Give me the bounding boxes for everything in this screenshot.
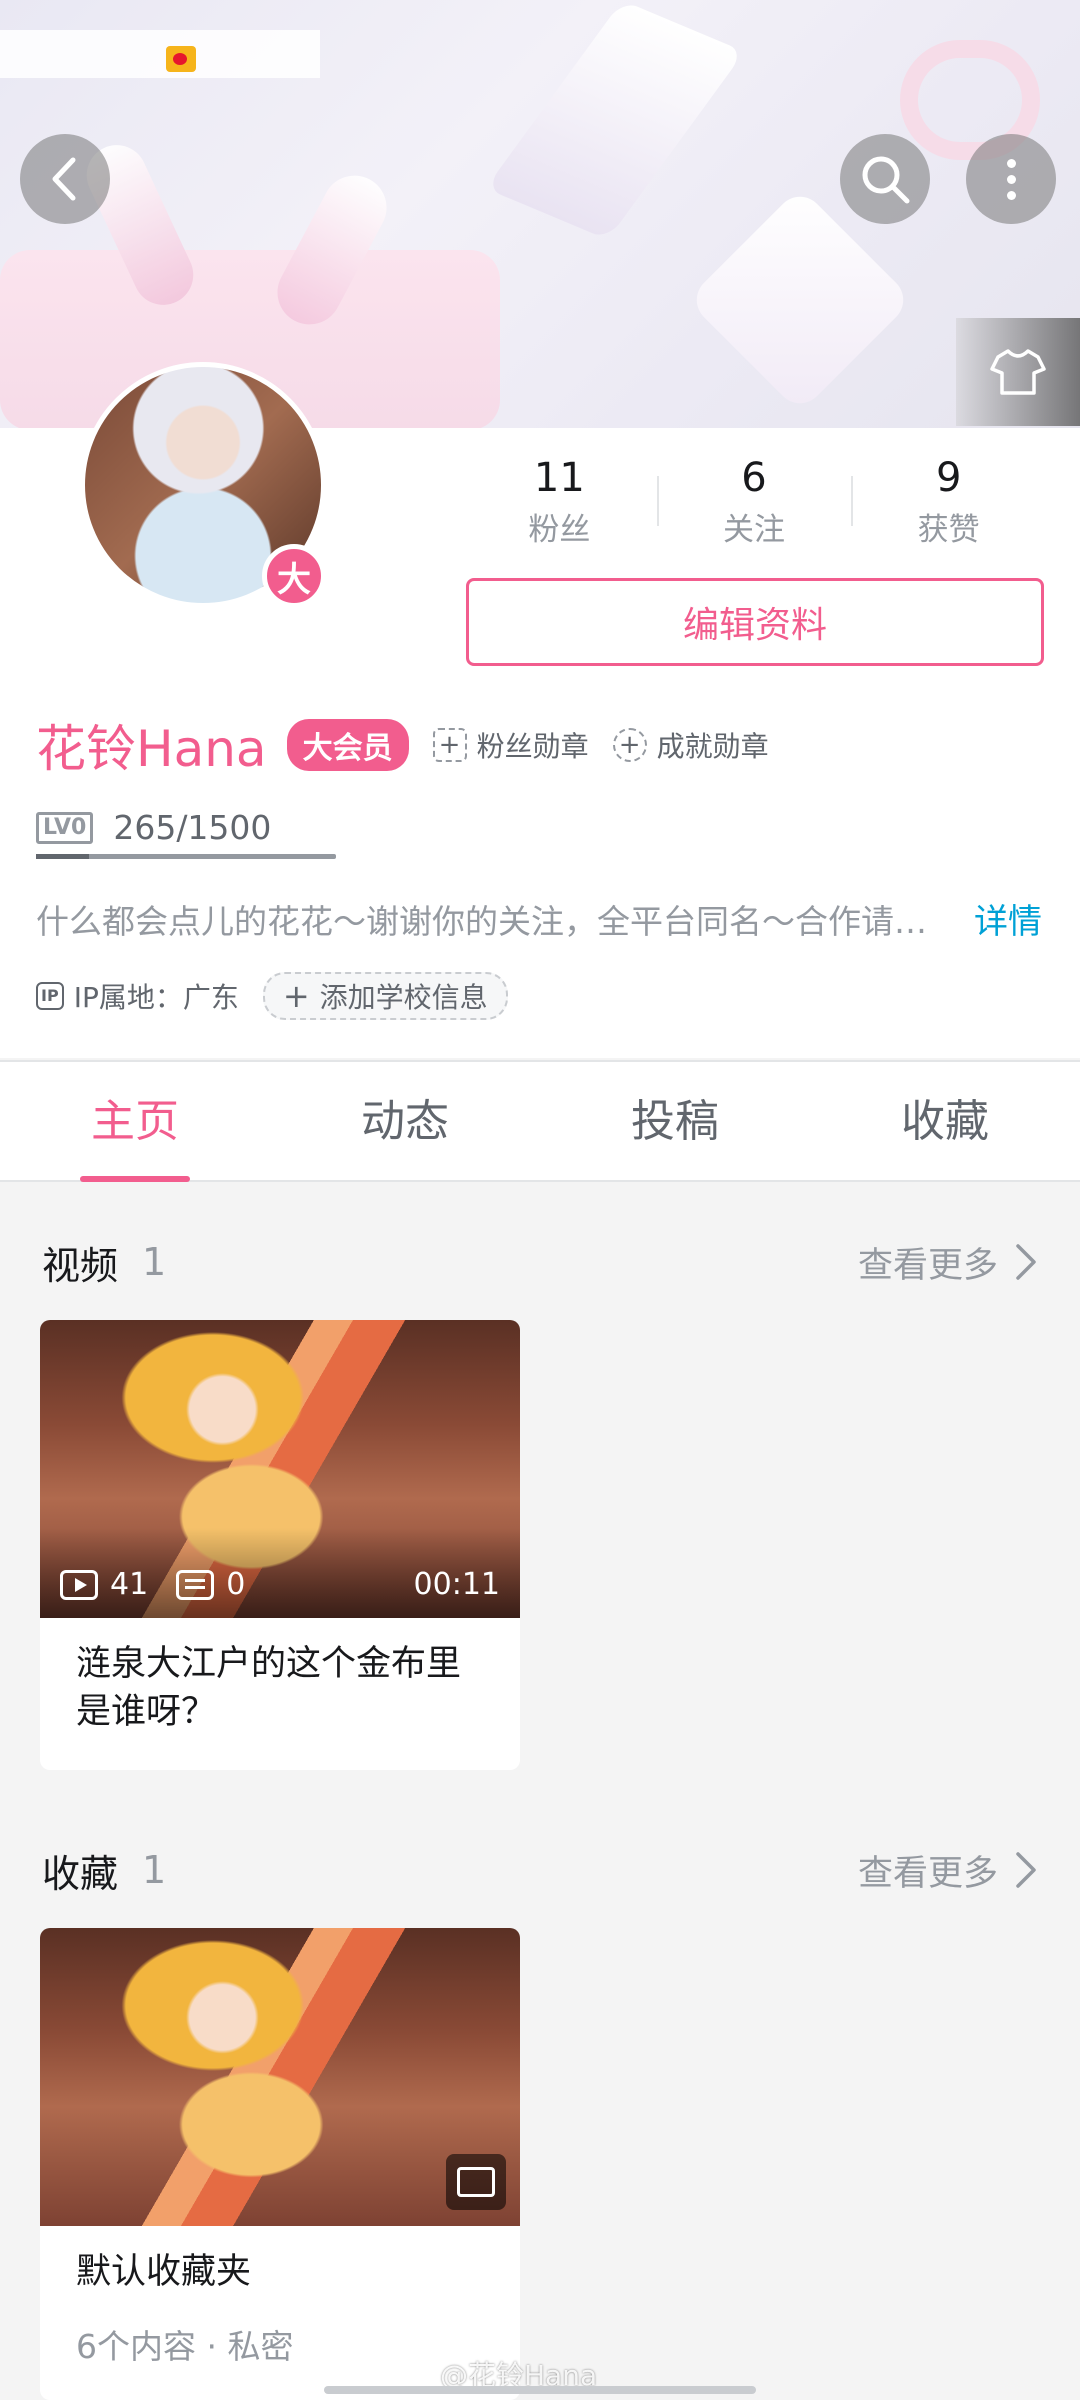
back-button[interactable] bbox=[20, 134, 110, 224]
exp-text: 265/1500 bbox=[113, 808, 272, 847]
section-count: 1 bbox=[142, 1848, 167, 1892]
video-duration: 00:11 bbox=[413, 1567, 500, 1602]
stats-row: 11 粉丝 6 关注 9 获赞 bbox=[462, 448, 1046, 558]
name-row: 花铃Hana 大会员 + 粉丝勋章 + 成就勋章 bbox=[36, 710, 769, 780]
videos-section-header: 视频 1 查看更多 bbox=[42, 1232, 1038, 1292]
stat-label: 获赞 bbox=[917, 512, 980, 548]
ip-row: IP IP属地：广东 + 添加学校信息 bbox=[36, 970, 508, 1022]
stat-number: 6 bbox=[741, 455, 767, 501]
exp-progress-bar bbox=[36, 854, 336, 859]
tab-dynamic[interactable]: 动态 bbox=[270, 1062, 540, 1180]
search-button[interactable] bbox=[840, 134, 930, 224]
folder-thumbnail bbox=[40, 1928, 520, 2226]
more-options-button[interactable] bbox=[966, 134, 1056, 224]
section-count: 1 bbox=[142, 1240, 167, 1284]
banner-decoration bbox=[485, 0, 745, 240]
ip-location: IP属地：广东 bbox=[73, 981, 239, 1014]
fan-medal-label: 粉丝勋章 bbox=[476, 730, 589, 763]
stat-label: 关注 bbox=[723, 512, 785, 548]
tab-home[interactable]: 主页 bbox=[0, 1062, 270, 1182]
search-icon bbox=[862, 156, 910, 204]
chevron-right-icon bbox=[1016, 1244, 1036, 1280]
favorites-more-link[interactable]: 查看更多 bbox=[858, 1845, 1038, 1896]
home-indicator[interactable] bbox=[324, 2386, 756, 2394]
achievement-medal-button[interactable]: + 成就勋章 bbox=[612, 725, 769, 765]
back-arrow-icon bbox=[52, 157, 76, 201]
play-count: 41 bbox=[110, 1567, 149, 1602]
section-title: 收藏 bbox=[42, 1851, 119, 1896]
status-bar bbox=[0, 30, 320, 78]
video-title: 涟泉大江户的这个金布里是谁呀？ bbox=[76, 1644, 462, 1732]
more-label: 查看更多 bbox=[857, 1853, 998, 1894]
add-school-button[interactable]: + 添加学校信息 bbox=[262, 972, 508, 1020]
more-vertical-icon bbox=[1006, 158, 1016, 200]
more-label: 查看更多 bbox=[857, 1245, 998, 1286]
videos-more-link[interactable]: 查看更多 bbox=[858, 1237, 1038, 1288]
fan-medal-button[interactable]: + 粉丝勋章 bbox=[432, 725, 589, 765]
video-meta: 41 0 bbox=[60, 1567, 245, 1602]
favorites-section-header: 收藏 1 查看更多 bbox=[42, 1840, 1038, 1900]
tab-favorites[interactable]: 收藏 bbox=[810, 1062, 1080, 1180]
favorite-folder-card[interactable]: 默认收藏夹 6个内容 · 私密 bbox=[40, 1928, 520, 2400]
ip-icon: IP bbox=[36, 982, 64, 1010]
weibo-icon bbox=[166, 46, 196, 72]
change-skin-button[interactable] bbox=[956, 318, 1080, 426]
chevron-right-icon bbox=[1016, 1852, 1036, 1888]
stat-likes[interactable]: 9 获赞 bbox=[851, 448, 1046, 558]
profile-tabs: 主页 动态 投稿 收藏 bbox=[0, 1060, 1080, 1182]
stat-following[interactable]: 6 关注 bbox=[656, 448, 852, 558]
section-title: 视频 bbox=[42, 1243, 119, 1288]
video-thumbnail: 41 0 00:11 bbox=[40, 1320, 520, 1618]
bio-detail-link[interactable]: 详情 bbox=[974, 896, 1042, 948]
tab-uploads[interactable]: 投稿 bbox=[540, 1062, 810, 1180]
add-school-label: 添加学校信息 bbox=[319, 981, 488, 1014]
stat-label: 粉丝 bbox=[528, 512, 591, 548]
favorite-folder-icon bbox=[446, 2154, 506, 2210]
plus-icon: + bbox=[612, 728, 647, 762]
username: 花铃Hana bbox=[36, 720, 267, 778]
plus-icon: + bbox=[282, 977, 310, 1015]
danmaku-count: 0 bbox=[226, 1567, 246, 1602]
exp-progress-fill bbox=[36, 854, 89, 859]
danmaku-icon bbox=[176, 1569, 215, 1600]
level-row[interactable]: LV0 265/1500 bbox=[36, 808, 271, 847]
plus-icon: + bbox=[432, 728, 467, 762]
stat-number: 11 bbox=[533, 455, 585, 501]
vip-avatar-badge: 大 bbox=[262, 544, 326, 608]
profile-banner bbox=[0, 0, 1080, 428]
folder-title: 默认收藏夹 bbox=[76, 2252, 252, 2292]
stat-fans[interactable]: 11 粉丝 bbox=[462, 448, 657, 558]
vip-badge[interactable]: 大会员 bbox=[286, 719, 409, 771]
tshirt-icon bbox=[990, 349, 1046, 395]
video-card[interactable]: 41 0 00:11 涟泉大江户的这个金布里是谁呀？ bbox=[40, 1320, 520, 1770]
achievement-medal-label: 成就勋章 bbox=[656, 730, 769, 763]
level-icon: LV0 bbox=[36, 811, 94, 844]
play-count-icon bbox=[60, 1569, 98, 1600]
stat-number: 9 bbox=[935, 455, 962, 501]
bio-text: 什么都会点儿的花花～谢谢你的关注，全平台同名～合作请私信 bbox=[36, 902, 956, 941]
edit-profile-button[interactable]: 编辑资料 bbox=[466, 578, 1044, 666]
